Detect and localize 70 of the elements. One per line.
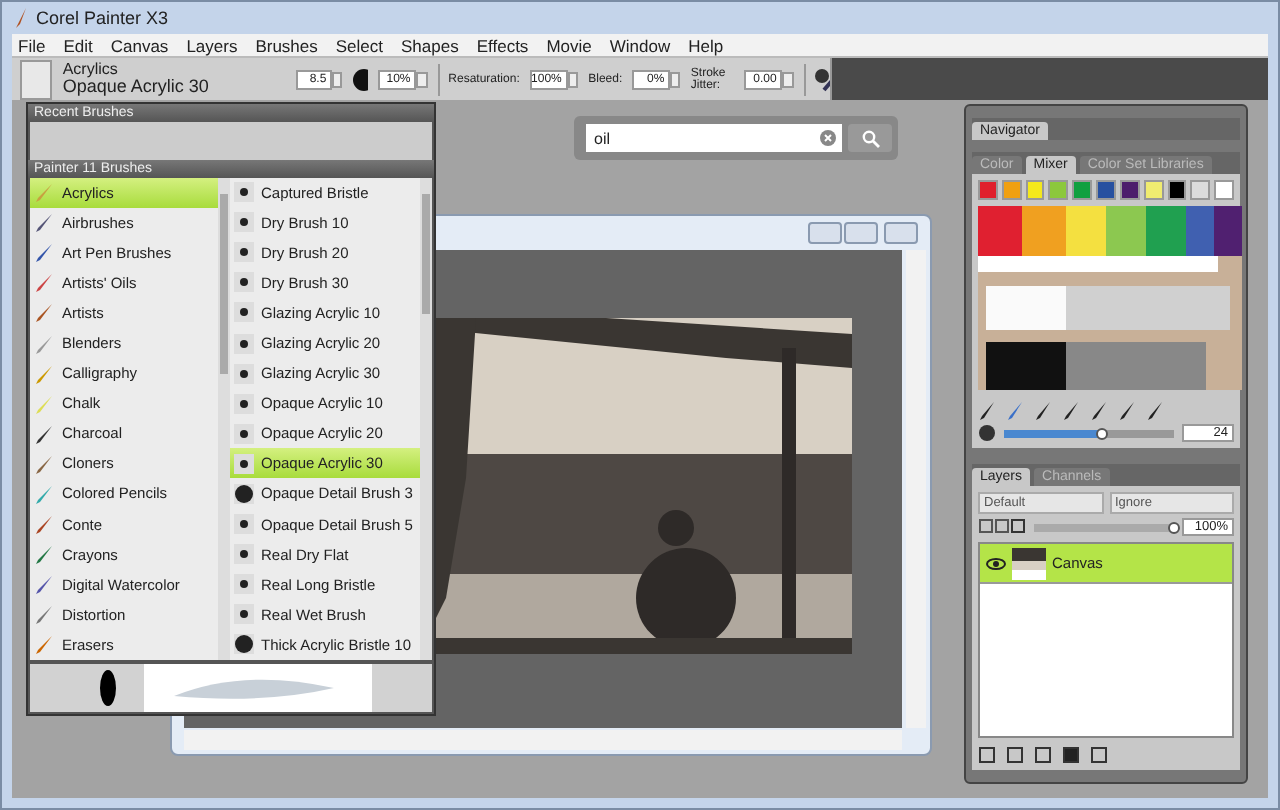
color-swatch[interactable] [1214,180,1234,200]
color-swatch[interactable] [978,180,998,200]
horizontal-scrollbar[interactable] [184,730,902,750]
brush-dab-icon [233,242,253,263]
brush-dab-icon [233,574,253,595]
brush-dab-icon [233,302,253,323]
brush-dab-icon [233,393,253,414]
brush-dab-icon [233,212,253,233]
brush-dab-icon [233,182,253,203]
color-swatch[interactable] [1072,180,1093,200]
minimize-button[interactable] [808,222,842,244]
brush-icon [34,544,54,565]
brush-dab-icon [233,514,253,535]
brush-dab-icon [233,483,253,504]
color-swatch[interactable] [1096,180,1116,200]
brush-tools-icon[interactable] [814,67,831,91]
brush-variant: Opaque Acrylic 30 [62,78,209,96]
brush-icon [34,212,54,233]
brush-dab-icon [233,453,253,474]
color-swatch[interactable] [1167,180,1187,200]
menu-item[interactable]: Layers [186,35,238,55]
maximize-button[interactable] [844,222,878,244]
brush-dab-icon [352,67,369,91]
clear-icon[interactable] [820,130,836,146]
menu-item[interactable]: Canvas [110,35,169,55]
menu-item[interactable]: Shapes [401,35,459,55]
brush-icon [34,634,54,655]
brush-dab-icon [978,424,996,442]
search-icon [861,129,879,147]
brush-icon [34,514,54,535]
window-title: Corel Painter X3 [36,8,169,28]
brush-category: Acrylics [62,62,120,78]
color-swatch[interactable] [1143,180,1163,200]
search-field[interactable]: oil [586,124,842,152]
brush-dab-preview-icon [100,670,116,706]
color-swatch[interactable] [1048,180,1069,200]
menu-item[interactable]: Movie [546,35,592,55]
mask-icon[interactable] [1062,745,1080,763]
menu-item[interactable]: File [18,35,46,55]
layer-options-icon[interactable] [978,518,1026,536]
menu-item[interactable]: Effects [476,35,529,55]
search-button[interactable] [848,124,892,152]
color-swatch[interactable] [1001,180,1022,200]
layer-thumbnail [1012,547,1046,579]
menu-item[interactable]: Help [688,35,724,55]
brush-icon [34,302,54,323]
menu-item[interactable]: Window [609,35,671,55]
brush-icon [34,242,54,263]
menu-item[interactable]: Brushes [255,35,318,55]
brush-icon [34,272,54,293]
color-swatch[interactable] [1190,180,1211,200]
color-swatch[interactable] [1025,180,1045,200]
brush-dab-icon [233,423,253,444]
brush-icon [34,182,54,203]
brush-dab-icon [233,634,253,655]
color-swatch[interactable] [1119,180,1140,200]
brush-dab-icon [233,604,253,625]
scrollbar[interactable] [420,177,432,660]
brush-dab-icon [233,544,253,565]
close-button[interactable] [884,222,918,244]
brush-icon [34,574,54,595]
brush-icon [34,604,54,625]
brush-icon [14,8,28,28]
brush-dab-icon [233,272,253,293]
brush-dab-icon [233,333,253,354]
brush-size-slider[interactable] [1004,429,1174,437]
brush-dab-icon [233,363,253,384]
menu-item[interactable]: Edit [63,35,93,55]
menu-item[interactable]: Select [335,35,384,55]
eye-icon[interactable] [986,557,1006,569]
